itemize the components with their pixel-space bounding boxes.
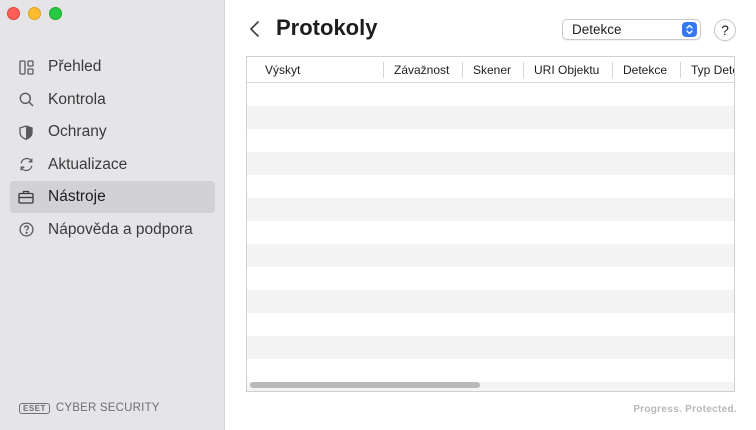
sidebar-item-prehled[interactable]: Přehled [10, 51, 215, 83]
column-header-detekce[interactable]: Detekce [612, 57, 680, 82]
table-row [247, 175, 734, 198]
horizontal-scrollbar[interactable] [248, 379, 734, 390]
page-title: Protokoly [276, 15, 378, 40]
sidebar-item-label: Nápověda a podpora [48, 220, 193, 238]
column-header-typ-detekce[interactable]: Typ Dete [680, 57, 734, 82]
help-circle-icon [18, 222, 34, 238]
scrollbar-thumb[interactable] [250, 382, 480, 388]
table-row [247, 221, 734, 244]
sidebar-item-label: Aktualizace [48, 155, 128, 173]
minimize-window-button[interactable] [28, 7, 41, 20]
log-type-select-value: Detekce [572, 22, 622, 37]
table-body [247, 83, 734, 391]
page-header: Protokoly Detekce ? [226, 0, 756, 56]
table-row [247, 198, 734, 221]
tagline: Progress. Protected. [633, 404, 737, 415]
table-row [247, 83, 734, 106]
refresh-icon [18, 157, 34, 173]
table-row [247, 152, 734, 175]
column-header-zavaznost[interactable]: Závažnost [383, 57, 462, 82]
sidebar-item-label: Přehled [48, 58, 102, 75]
close-window-button[interactable] [7, 7, 20, 20]
log-type-select[interactable]: Detekce [562, 19, 701, 40]
column-header-skener[interactable]: Skener [462, 57, 523, 82]
table-row [247, 244, 734, 267]
shield-icon [18, 124, 34, 140]
dashboard-icon [18, 59, 34, 75]
logs-table[interactable]: Výskyt Závažnost Skener URI Objektu Dete… [246, 56, 735, 392]
window-controls [7, 7, 62, 20]
sidebar-item-label: Ochrany [48, 123, 107, 140]
help-button[interactable]: ? [714, 19, 736, 41]
sidebar: Přehled Kontrola Ochrany Aktualizace Nás… [0, 0, 225, 430]
column-header-vyskyt[interactable]: Výskyt [247, 57, 383, 82]
table-row [247, 313, 734, 336]
sidebar-item-ochrany[interactable]: Ochrany [10, 116, 215, 148]
table-row [247, 336, 734, 359]
sidebar-item-nastroje[interactable]: Nástroje [10, 181, 215, 213]
table-row [247, 290, 734, 313]
sidebar-item-napoveda[interactable]: Nápověda a podpora [10, 214, 215, 246]
brand: ESET CYBER SECURITY [19, 402, 160, 414]
sidebar-item-kontrola[interactable]: Kontrola [10, 84, 215, 116]
column-header-uri-objektu[interactable]: URI Objektu [523, 57, 612, 82]
chevron-up-down-icon [682, 22, 697, 37]
sidebar-nav: Přehled Kontrola Ochrany Aktualizace Nás… [10, 51, 215, 246]
search-icon [18, 92, 34, 108]
zoom-window-button[interactable] [49, 7, 62, 20]
table-header: Výskyt Závažnost Skener URI Objektu Dete… [247, 57, 734, 83]
back-button[interactable] [248, 18, 262, 40]
table-row [247, 129, 734, 152]
briefcase-icon [18, 189, 34, 205]
table-row [247, 106, 734, 129]
sidebar-item-label: Nástroje [48, 188, 106, 205]
table-row [247, 267, 734, 290]
sidebar-item-label: Kontrola [48, 90, 106, 108]
sidebar-item-aktualizace[interactable]: Aktualizace [10, 149, 215, 181]
eset-logo: ESET [19, 402, 50, 414]
chevron-left-icon [250, 21, 259, 37]
product-name: CYBER SECURITY [55, 402, 160, 414]
